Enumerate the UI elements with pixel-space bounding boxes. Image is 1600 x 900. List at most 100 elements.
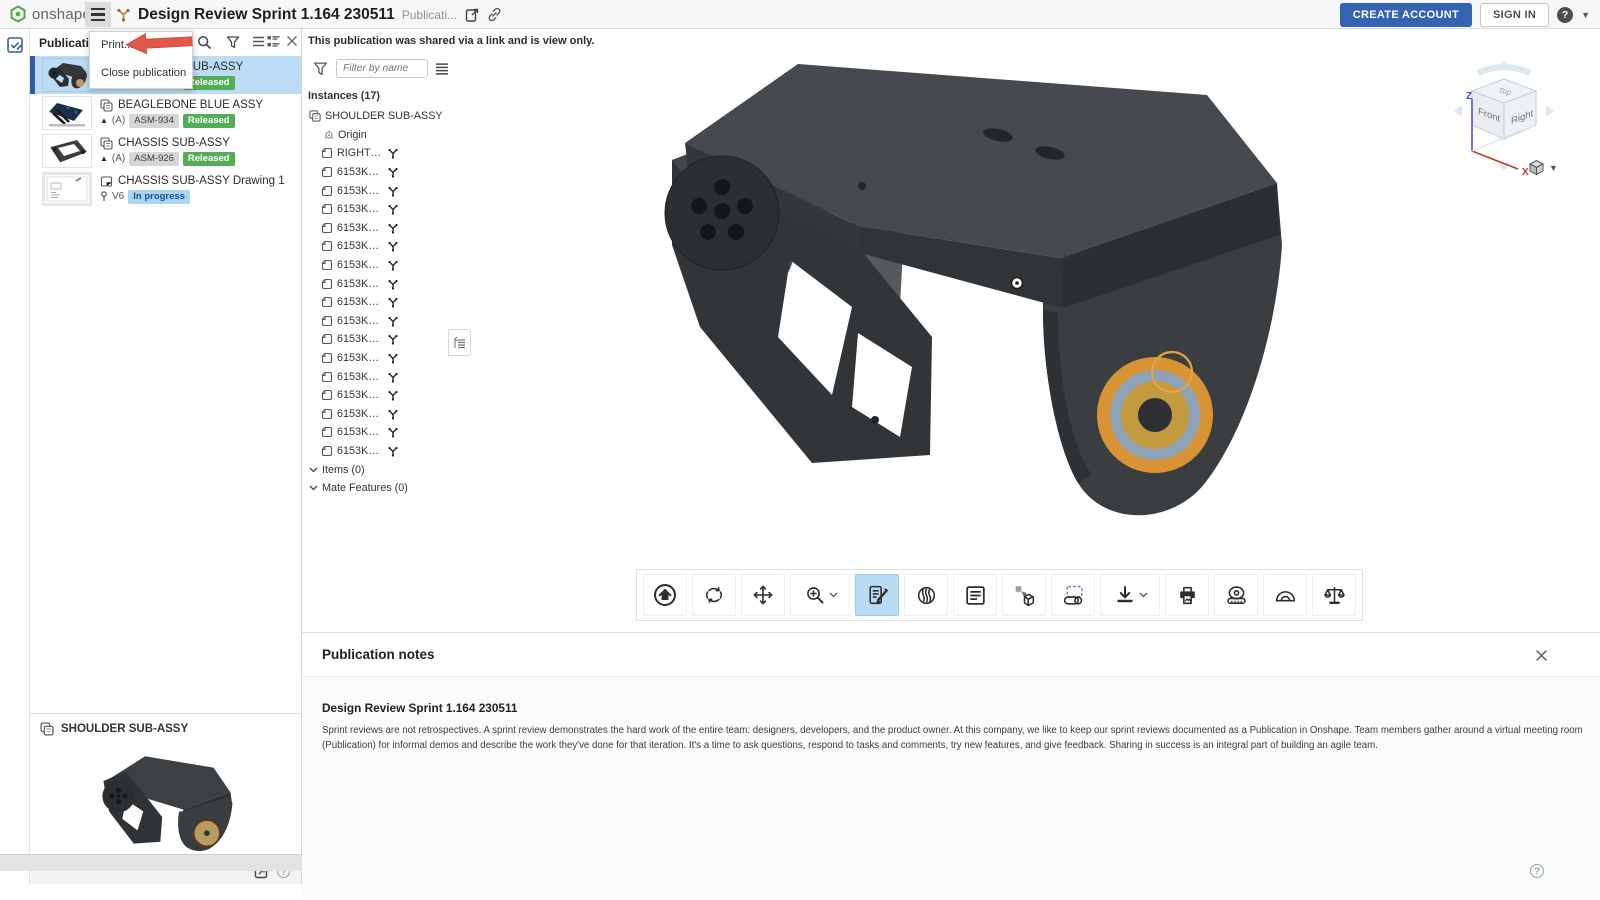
view-mode-button[interactable]: ▼ bbox=[1528, 159, 1558, 176]
instance-label: RIGHT S... bbox=[337, 147, 383, 159]
zoom-view-button[interactable] bbox=[790, 574, 850, 616]
instance-label: 6153K2... bbox=[337, 278, 383, 290]
instance-row[interactable]: 6153K2... bbox=[305, 256, 453, 275]
mate-connector-icon[interactable] bbox=[387, 445, 399, 457]
assembly-doc-icon bbox=[100, 137, 113, 150]
copy-document-icon[interactable] bbox=[464, 7, 480, 23]
3d-viewport[interactable] bbox=[460, 55, 1440, 570]
mate-connector-icon[interactable] bbox=[387, 333, 399, 345]
print-button[interactable] bbox=[1165, 574, 1209, 616]
onshape-logo[interactable]: onshape bbox=[9, 5, 91, 23]
section-view-button[interactable] bbox=[904, 574, 948, 616]
menu-item-print[interactable]: Print... bbox=[90, 32, 192, 58]
document-row-chassis-sub-assy[interactable]: CHASSIS SUB-ASSY ▲ (A) ASM-926 Released bbox=[30, 132, 301, 170]
mate-connector-icon[interactable] bbox=[387, 203, 399, 215]
mate-connector-icon[interactable] bbox=[387, 259, 399, 271]
create-account-button[interactable]: CREATE ACCOUNT bbox=[1340, 3, 1472, 27]
mate-connector-icon[interactable] bbox=[387, 222, 399, 234]
instance-row[interactable]: 6153K2... bbox=[305, 405, 453, 424]
mate-connector-icon[interactable] bbox=[387, 426, 399, 438]
download-button[interactable] bbox=[1100, 574, 1160, 616]
instance-row[interactable]: 6153K2... bbox=[305, 181, 453, 200]
search-icon[interactable] bbox=[197, 35, 212, 50]
named-views-button[interactable] bbox=[953, 574, 997, 616]
mate-connector-icon[interactable] bbox=[387, 371, 399, 383]
measure-distance-button[interactable] bbox=[1214, 574, 1258, 616]
instance-row[interactable]: 6153K2... bbox=[305, 312, 453, 331]
instance-row[interactable]: 6153K2... bbox=[305, 349, 453, 368]
instance-row[interactable]: 6153K2... bbox=[305, 423, 453, 442]
list-view-icon[interactable] bbox=[252, 35, 265, 48]
instance-row[interactable]: 6153K2... bbox=[305, 367, 453, 386]
instance-row[interactable]: 6153K2... bbox=[305, 163, 453, 182]
mate-connector-icon[interactable] bbox=[387, 278, 399, 290]
instance-row[interactable]: RIGHT S... bbox=[305, 144, 453, 163]
rotate-view-button[interactable] bbox=[692, 574, 736, 616]
tree-root-row[interactable]: SHOULDER SUB-ASSY bbox=[305, 107, 453, 126]
part-icon bbox=[321, 445, 333, 457]
preview-canvas[interactable] bbox=[30, 740, 301, 858]
home-view-button[interactable] bbox=[643, 574, 687, 616]
hamburger-menu-button[interactable] bbox=[85, 2, 111, 27]
mate-connector-icon[interactable] bbox=[387, 296, 399, 308]
mate-connector-icon[interactable] bbox=[387, 389, 399, 401]
mate-connector-icon[interactable] bbox=[387, 147, 399, 159]
help-caret-icon[interactable]: ▼ bbox=[1581, 10, 1590, 20]
menu-item-close-publication[interactable]: Close publication bbox=[90, 58, 192, 88]
revision-flag: (A) bbox=[112, 115, 125, 126]
part-icon bbox=[321, 166, 333, 178]
mate-connector-icon[interactable] bbox=[387, 315, 399, 327]
instance-row[interactable]: 6153K2... bbox=[305, 200, 453, 219]
measure-angle-button[interactable] bbox=[1263, 574, 1307, 616]
origin-label: Origin bbox=[338, 129, 367, 141]
part-icon bbox=[321, 352, 333, 364]
document-name: CHASSIS SUB-ASSY bbox=[118, 137, 230, 149]
instance-row[interactable]: 6153K2... bbox=[305, 237, 453, 256]
instance-label: 6153K2... bbox=[337, 315, 383, 327]
instance-label: 6153K2... bbox=[337, 333, 383, 345]
filter-icon[interactable] bbox=[226, 35, 240, 49]
detail-view-icon[interactable] bbox=[267, 35, 280, 48]
notes-help-icon[interactable]: ? bbox=[1530, 864, 1544, 878]
instance-row[interactable]: 6153K2... bbox=[305, 293, 453, 312]
document-row-chassis-drawing[interactable]: CHASSIS SUB-ASSY Drawing 1 V6 In progres… bbox=[30, 170, 301, 208]
instance-row[interactable]: 6153K2... bbox=[305, 386, 453, 405]
list-options-icon[interactable] bbox=[435, 62, 449, 76]
mate-connector-icon[interactable] bbox=[387, 352, 399, 364]
instance-row[interactable]: 6153K2... bbox=[305, 274, 453, 293]
zoom-options-caret-icon[interactable] bbox=[829, 592, 838, 598]
link-icon[interactable] bbox=[487, 7, 502, 22]
status-badge: Released bbox=[183, 152, 235, 166]
sign-in-button[interactable]: SIGN IN bbox=[1480, 3, 1549, 27]
help-button[interactable]: ? bbox=[1557, 7, 1573, 23]
tree-origin-row[interactable]: Origin bbox=[305, 126, 453, 145]
view-toolbar bbox=[636, 569, 1363, 621]
mate-connector-icon[interactable] bbox=[387, 240, 399, 252]
mate-connector-icon[interactable] bbox=[387, 185, 399, 197]
instance-row[interactable]: 6153K2... bbox=[305, 219, 453, 238]
tree-items-row[interactable]: Items (0) bbox=[305, 460, 453, 479]
download-options-caret-icon[interactable] bbox=[1139, 592, 1148, 598]
selection-bar bbox=[30, 56, 35, 94]
close-panel-icon[interactable] bbox=[286, 35, 298, 47]
pan-view-button[interactable] bbox=[741, 574, 785, 616]
preview-title: SHOULDER SUB-ASSY bbox=[61, 723, 188, 735]
mate-connector-icon[interactable] bbox=[387, 166, 399, 178]
instance-row[interactable]: 6153K2... bbox=[305, 330, 453, 349]
filter-icon[interactable] bbox=[313, 61, 328, 76]
publication-panel-icon[interactable] bbox=[6, 36, 24, 54]
mate-connector-icon[interactable] bbox=[387, 408, 399, 420]
copy-view-button[interactable] bbox=[1002, 574, 1046, 616]
instance-label: 6153K2... bbox=[337, 371, 383, 383]
markup-button[interactable] bbox=[855, 574, 899, 616]
tree-mate-features-row[interactable]: Mate Features (0) bbox=[305, 479, 453, 498]
instance-row[interactable]: 6153K2... bbox=[305, 442, 453, 461]
mass-properties-button[interactable] bbox=[1312, 574, 1356, 616]
part-icon bbox=[321, 315, 333, 327]
document-row-beaglebone-blue-assy[interactable]: BEAGLEBONE BLUE ASSY ▲ (A) ASM-934 Relea… bbox=[30, 94, 301, 132]
publication-sidebar: Publication bbox=[30, 29, 302, 884]
isolate-button[interactable] bbox=[1051, 574, 1095, 616]
instance-label: 6153K2... bbox=[337, 203, 383, 215]
notes-close-icon[interactable] bbox=[1535, 649, 1548, 662]
filter-input[interactable] bbox=[336, 59, 428, 78]
